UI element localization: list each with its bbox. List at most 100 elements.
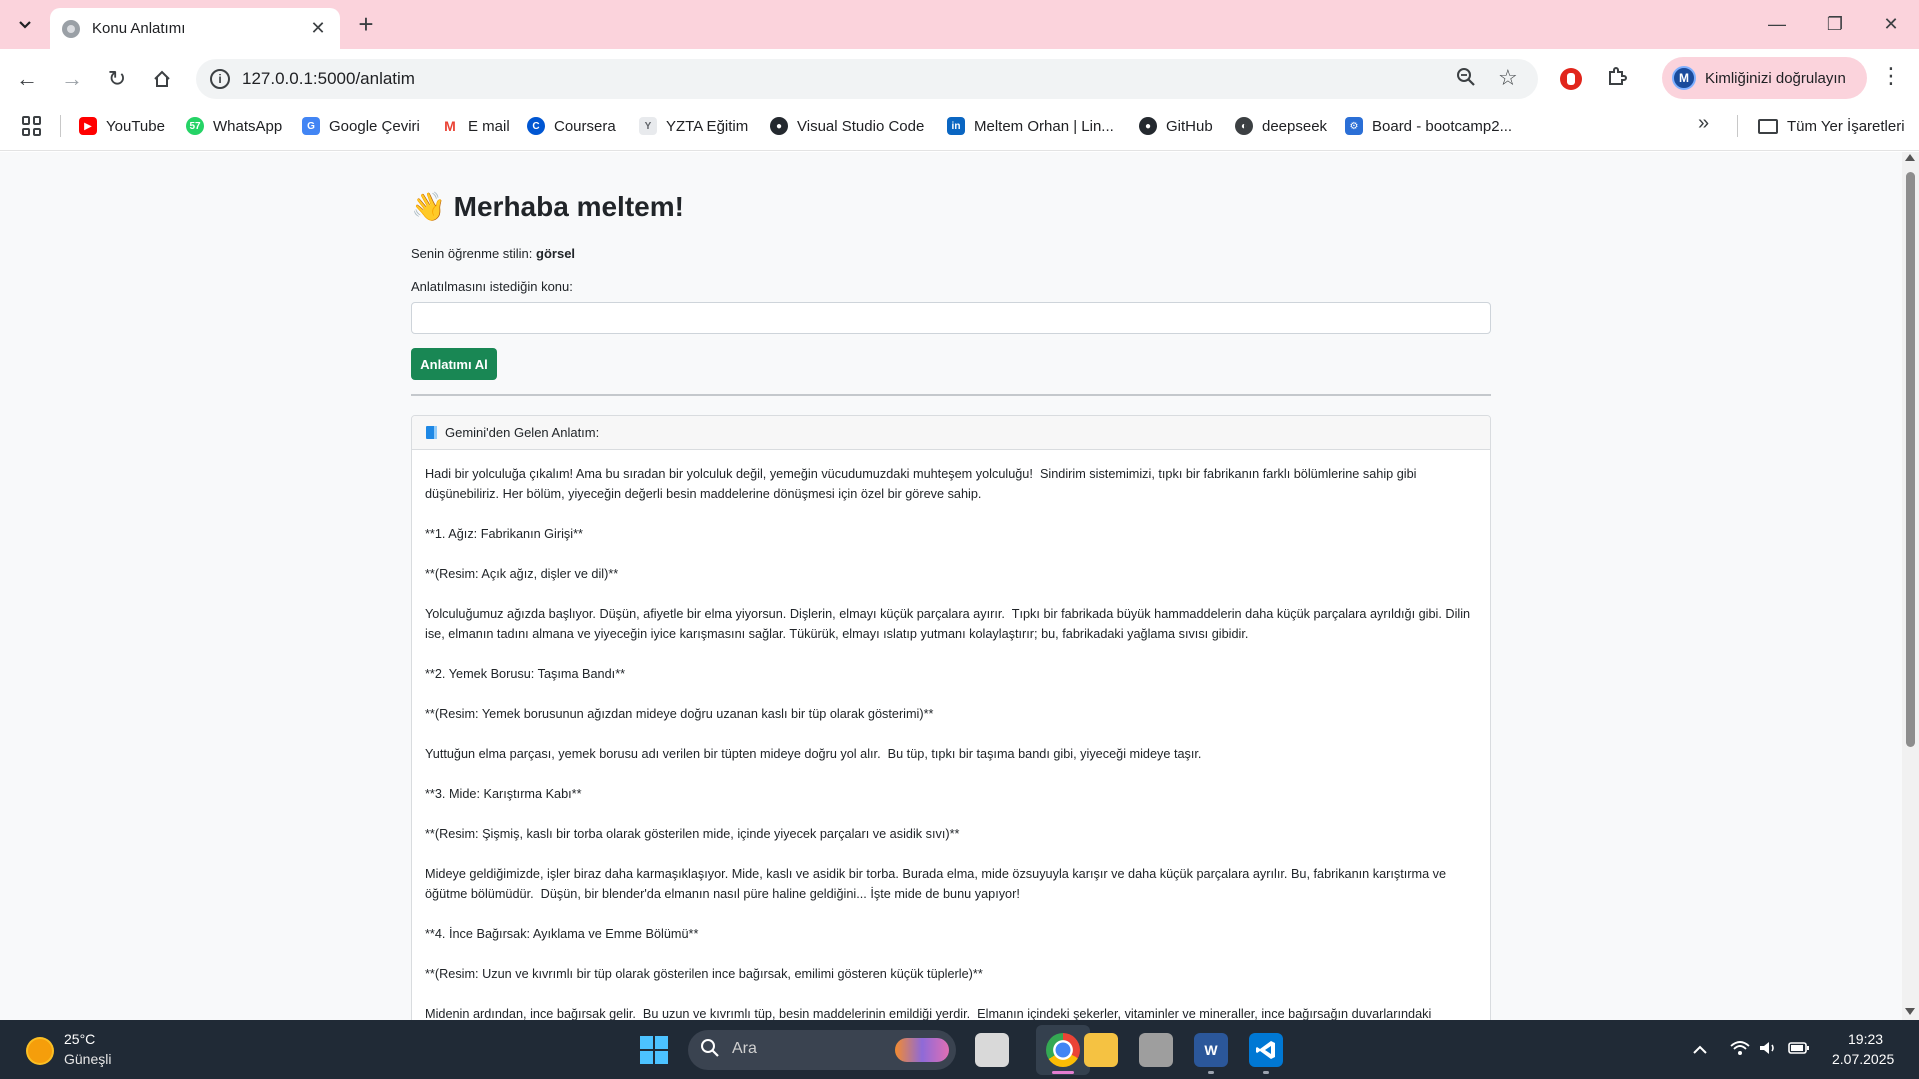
running-indicator — [1208, 1071, 1214, 1074]
app-icon[interactable] — [1139, 1033, 1173, 1067]
minimize-button[interactable]: — — [1748, 0, 1806, 49]
sun-icon[interactable] — [28, 1039, 52, 1063]
clock-time[interactable]: 19:23 — [1848, 1031, 1883, 1047]
paragraph: Mideye geldiğimizde, işler biraz daha ka… — [425, 867, 1450, 901]
bookmark-label: YouTube — [106, 117, 165, 135]
card-title: Gemini'den Gelen Anlatım: — [445, 425, 600, 440]
bookmark-label: WhatsApp — [213, 117, 283, 135]
topic-input[interactable] — [411, 302, 1491, 334]
bookmark-youtube[interactable]: ▶ YouTube — [79, 114, 165, 138]
bookmark-vscode[interactable]: ● Visual Studio Code — [770, 114, 924, 138]
all-bookmarks-button[interactable]: Tüm Yer İşaretleri — [1758, 114, 1905, 138]
bookmark-yzta[interactable]: Y YZTA Eğitim — [639, 114, 748, 138]
tab-search-button[interactable] — [9, 9, 41, 41]
scrollbar-thumb[interactable] — [1906, 172, 1915, 747]
extension-icon[interactable] — [1560, 68, 1582, 90]
back-button[interactable]: ← — [9, 61, 45, 97]
task-view-icon[interactable] — [975, 1033, 1009, 1067]
waving-hand-icon: 👋 — [411, 191, 446, 222]
reload-button[interactable]: ↻ — [99, 61, 135, 97]
profile-label: Kimliğinizi doğrulayın — [1705, 69, 1846, 87]
bookmark-coursera[interactable]: C Coursera — [527, 114, 616, 138]
page-viewport: 👋 Merhaba meltem! Senin öğrenme stilin: … — [0, 152, 1902, 1020]
home-button[interactable] — [144, 61, 180, 97]
scroll-down-arrow-icon[interactable] — [1905, 1008, 1915, 1015]
tab-title: Konu Anlatımı — [92, 20, 186, 37]
battery-icon[interactable] — [1788, 1040, 1810, 1060]
bookmark-email[interactable]: M E mail — [441, 114, 510, 138]
yzta-icon: Y — [639, 117, 657, 135]
image-caption: **(Resim: Şişmiş, kaslı bir torba olarak… — [425, 827, 960, 841]
greeting-text: Merhaba meltem! — [453, 191, 684, 222]
weather-temperature[interactable]: 25°C — [64, 1031, 95, 1047]
bookmark-label: Google Çeviri — [329, 117, 420, 135]
get-explanation-button[interactable]: Anlatımı Al — [411, 348, 497, 380]
globe-icon — [62, 19, 80, 38]
restore-button[interactable]: ❐ — [1806, 0, 1864, 49]
chevron-down-icon — [19, 21, 31, 29]
profile-button[interactable]: M Kimliğinizi doğrulayın — [1662, 57, 1867, 99]
bookmark-board[interactable]: ⚙ Board - bootcamp2... — [1345, 114, 1512, 138]
new-tab-button[interactable]: + — [351, 10, 381, 40]
more-menu-icon[interactable]: ⋮ — [1880, 63, 1902, 89]
image-caption: **(Resim: Açık ağız, dişler ve dil)** — [425, 567, 619, 581]
extensions-puzzle-icon[interactable] — [1606, 65, 1628, 93]
github-icon: ● — [1139, 117, 1157, 135]
paragraph: Yuttuğun elma parçası, yemek borusu adı … — [425, 747, 1202, 761]
close-window-button[interactable]: ✕ — [1862, 0, 1919, 49]
page-title: 👋 Merhaba meltem! — [411, 190, 684, 223]
volume-icon[interactable] — [1758, 1040, 1778, 1061]
bookmark-star-icon[interactable]: ☆ — [1498, 65, 1518, 91]
section-heading: **2. Yemek Borusu: Taşıma Bandı** — [425, 667, 626, 681]
github-icon: ● — [770, 117, 788, 135]
address-url[interactable]: 127.0.0.1:5000/anlatim — [242, 69, 415, 89]
image-caption: **(Resim: Yemek borusunun ağızdan mideye… — [425, 707, 934, 721]
browser-toolbar: ← → ↻ i 127.0.0.1:5000/anlatim ☆ M Kimli… — [0, 49, 1919, 109]
chrome-icon[interactable] — [1046, 1033, 1080, 1067]
all-bookmarks-label: Tüm Yer İşaretleri — [1787, 117, 1905, 135]
zoom-icon[interactable] — [1456, 67, 1476, 93]
globe-icon: ◐ — [1235, 117, 1253, 135]
bookmark-whatsapp[interactable]: 57 WhatsApp — [186, 114, 282, 138]
windows-start-icon[interactable] — [640, 1036, 668, 1064]
weather-description[interactable]: Güneşli — [64, 1051, 111, 1067]
file-explorer-icon[interactable] — [1084, 1033, 1118, 1067]
apps-grid-icon[interactable] — [22, 116, 42, 136]
address-bar[interactable]: i 127.0.0.1:5000/anlatim ☆ — [196, 59, 1538, 99]
chevron-up-icon[interactable] — [1692, 1040, 1708, 1060]
more-bookmarks-icon[interactable]: » — [1698, 112, 1709, 135]
explanation-text: Hadi bir yolculuğa çıkalım! Ama bu sırad… — [412, 450, 1490, 1020]
close-tab-icon[interactable]: ✕ — [308, 18, 328, 39]
bookmark-label: Coursera — [554, 117, 616, 135]
wifi-icon[interactable] — [1730, 1040, 1750, 1061]
scroll-up-arrow-icon[interactable] — [1905, 154, 1915, 161]
card-header: Gemini'den Gelen Anlatım: — [412, 416, 1490, 450]
learning-style: Senin öğrenme stilin: görsel — [411, 246, 575, 261]
clock-date[interactable]: 2.07.2025 — [1832, 1051, 1894, 1067]
bookmark-label: Visual Studio Code — [797, 117, 925, 135]
forward-button[interactable]: → — [54, 61, 90, 97]
divider — [411, 394, 1491, 396]
google-translate-icon: G — [302, 117, 320, 135]
bookmark-deepseek[interactable]: ◐ deepseek — [1235, 114, 1327, 138]
bookmark-github[interactable]: ● GitHub — [1139, 114, 1213, 138]
vscode-icon[interactable] — [1249, 1033, 1283, 1067]
word-icon[interactable]: W — [1194, 1033, 1228, 1067]
learning-style-value: görsel — [536, 246, 576, 261]
bookmark-google-translate[interactable]: G Google Çeviri — [302, 114, 420, 138]
site-info-icon[interactable]: i — [210, 69, 230, 89]
whatsapp-icon: 57 — [186, 117, 204, 135]
folder-icon — [1758, 118, 1778, 134]
running-indicator — [1052, 1071, 1074, 1074]
search-placeholder[interactable]: Ara — [732, 1040, 757, 1058]
bookmarks-divider — [60, 115, 61, 137]
linkedin-icon: in — [947, 117, 965, 135]
section-heading: **3. Mide: Karıştırma Kabı** — [425, 787, 582, 801]
browser-tab-active[interactable]: Konu Anlatımı ✕ — [50, 8, 340, 49]
bookmarks-divider — [1737, 115, 1738, 137]
paragraph: Hadi bir yolculuğa çıkalım! Ama bu sırad… — [425, 467, 1421, 501]
paragraph: Yolculuğumuz ağızda başlıyor. Düşün, afi… — [425, 607, 1474, 641]
section-heading: **4. İnce Bağırsak: Ayıklama ve Emme Böl… — [425, 927, 699, 941]
bookmark-linkedin[interactable]: in Meltem Orhan | Lin... — [947, 114, 1114, 138]
image-caption: **(Resim: Uzun ve kıvrımlı bir tüp olara… — [425, 967, 983, 981]
